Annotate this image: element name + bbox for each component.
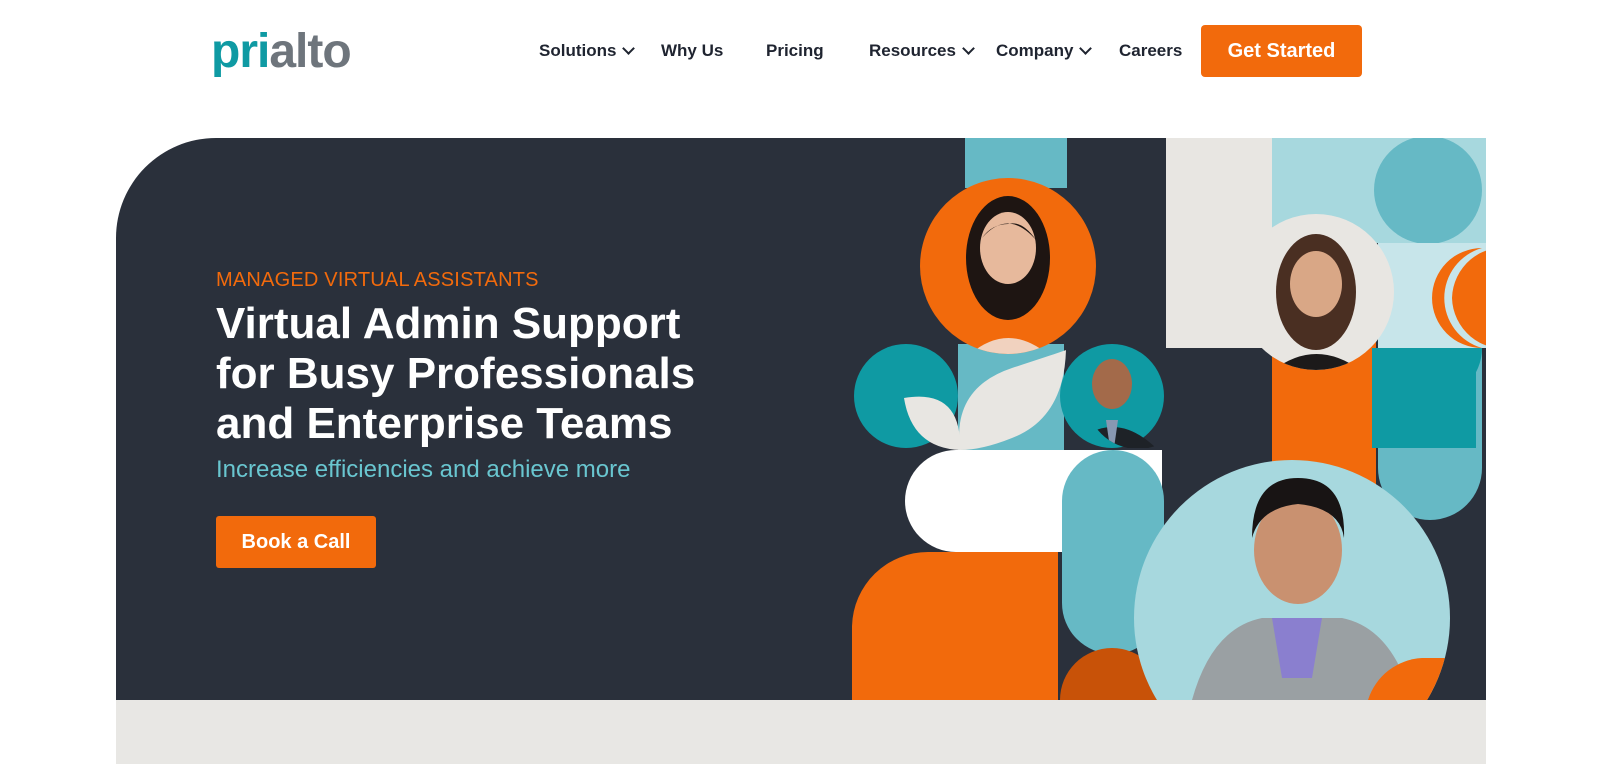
get-started-button[interactable]: Get Started bbox=[1201, 25, 1362, 77]
nav-label-solutions: Solutions bbox=[539, 41, 617, 60]
logo-part-pri: pri bbox=[211, 25, 270, 78]
next-section-band bbox=[116, 700, 1486, 764]
nav-label-pricing: Pricing bbox=[766, 41, 824, 60]
hero-headline: Virtual Admin Support for Busy Professio… bbox=[216, 299, 776, 449]
hero-headline-line: and Enterprise Teams bbox=[216, 399, 673, 448]
nav-item-solutions[interactable]: Solutions bbox=[539, 39, 636, 63]
hero-headline-line: Virtual Admin Support bbox=[216, 299, 681, 348]
book-a-call-button[interactable]: Book a Call bbox=[216, 516, 376, 568]
nav-label-resources: Resources bbox=[869, 41, 956, 60]
nav-item-careers[interactable]: Careers bbox=[1119, 39, 1182, 63]
teal-square-block bbox=[1372, 348, 1476, 448]
brand-logo[interactable]: prialto bbox=[211, 25, 352, 78]
logo-part-alto: alto bbox=[269, 25, 351, 78]
teal-circle-shape bbox=[1374, 138, 1482, 244]
nav-item-pricing[interactable]: Pricing bbox=[766, 39, 824, 63]
chevron-down-icon bbox=[962, 42, 975, 55]
nav-label-why-us: Why Us bbox=[661, 41, 724, 60]
chevron-down-icon bbox=[1079, 42, 1093, 55]
hero-section: MANAGED VIRTUAL ASSISTANTS Virtual Admin… bbox=[116, 138, 1486, 700]
nav-label-careers: Careers bbox=[1119, 41, 1183, 60]
hero-headline-line: for Busy Professionals bbox=[216, 349, 696, 398]
nav-item-company[interactable]: Company bbox=[996, 39, 1093, 63]
hero-mosaic-graphic bbox=[852, 138, 1486, 700]
chevron-down-icon bbox=[622, 42, 636, 55]
nav-item-why-us[interactable]: Why Us bbox=[661, 39, 723, 63]
hero-eyebrow: MANAGED VIRTUAL ASSISTANTS bbox=[216, 269, 539, 291]
nav-label-company: Company bbox=[996, 41, 1074, 60]
orange-block-shape bbox=[852, 552, 1058, 700]
nav-item-resources[interactable]: Resources bbox=[869, 39, 975, 63]
hero-subhead: Increase efficiencies and achieve more bbox=[216, 456, 631, 483]
